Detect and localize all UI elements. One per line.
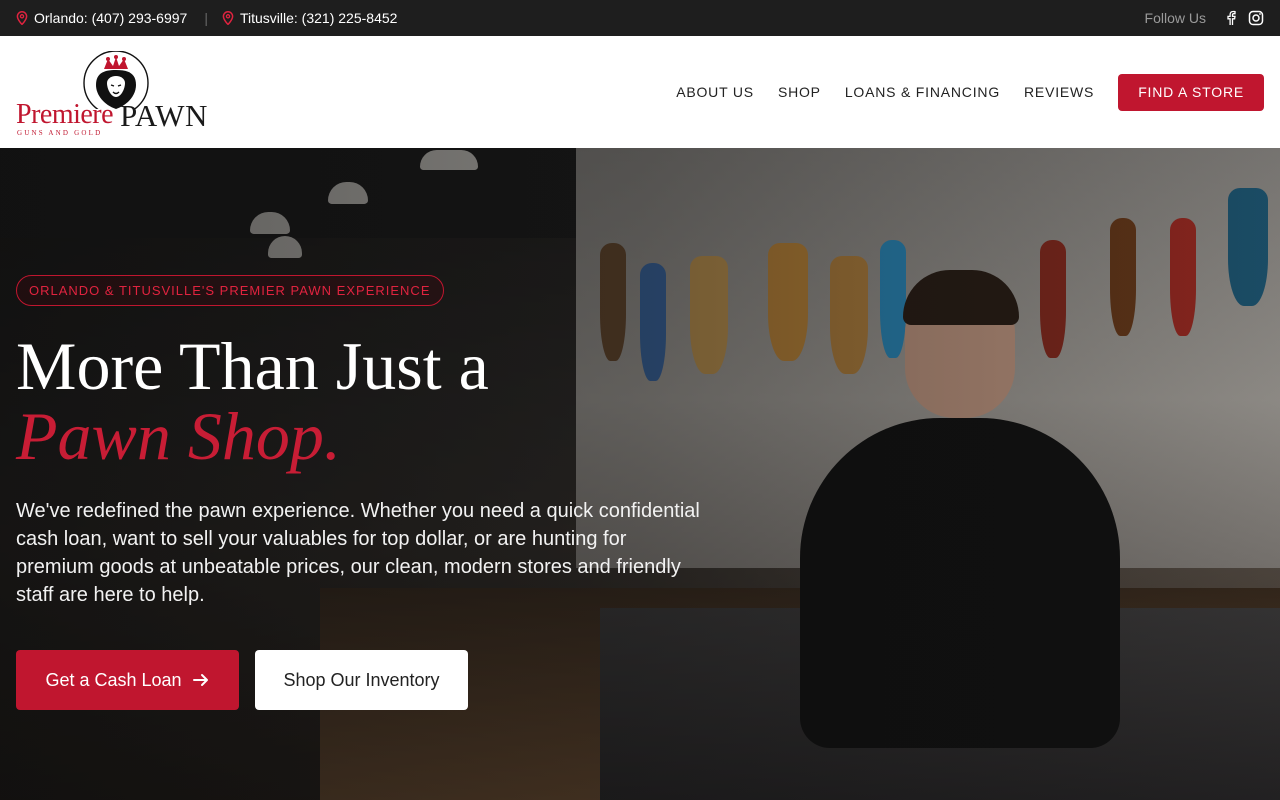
- nav-about-us[interactable]: ABOUT US: [676, 84, 754, 100]
- logo-word-pawn: PAWN: [120, 98, 208, 133]
- location-separator: |: [204, 10, 208, 26]
- top-bar: Orlando: (407) 293-6997 | Titusville: (3…: [0, 0, 1280, 36]
- premiere-pawn-logo[interactable]: Premiere PAWN GUNS AND GOLD: [16, 51, 220, 137]
- nav-loans-financing[interactable]: LOANS & FINANCING: [845, 84, 1000, 100]
- orlando-phone-label: Orlando: (407) 293-6997: [34, 10, 188, 26]
- map-pin-icon: [222, 11, 234, 25]
- find-a-store-button[interactable]: FIND A STORE: [1118, 73, 1264, 111]
- titusville-phone-link[interactable]: Titusville: (321) 225-8452: [222, 10, 397, 26]
- shop-inventory-button[interactable]: Shop Our Inventory: [255, 650, 468, 710]
- instagram-icon[interactable]: [1248, 10, 1264, 26]
- titusville-phone-label: Titusville: (321) 225-8452: [239, 10, 398, 26]
- nav-shop[interactable]: SHOP: [778, 84, 821, 100]
- get-cash-loan-button[interactable]: Get a Cash Loan: [16, 650, 239, 710]
- hero-section: ORLANDO & TITUSVILLE'S PREMIER PAWN EXPE…: [0, 148, 1280, 800]
- logo-tagline: GUNS AND GOLD: [17, 129, 103, 137]
- hero-description: We've redefined the pawn experience. Whe…: [16, 500, 700, 606]
- follow-us-label: Follow Us: [1144, 10, 1206, 26]
- map-pin-icon: [16, 11, 28, 25]
- hero-badge: ORLANDO & TITUSVILLE'S PREMIER PAWN EXPE…: [16, 275, 444, 306]
- hero-title-line2: Pawn Shop.: [16, 398, 341, 474]
- orlando-phone-link[interactable]: Orlando: (407) 293-6997: [16, 10, 187, 26]
- arrow-right-icon: [192, 674, 208, 686]
- social-links: Follow Us: [1145, 10, 1264, 26]
- hero-title-line1: More Than Just a: [16, 328, 489, 404]
- nav-reviews[interactable]: REVIEWS: [1024, 84, 1094, 100]
- main-nav: ABOUT US SHOP LOANS & FINANCING REVIEWS …: [652, 73, 1264, 111]
- logo-word-premiere: Premiere: [16, 99, 114, 130]
- get-cash-loan-label: Get a Cash Loan: [45, 669, 182, 690]
- site-header: Premiere PAWN GUNS AND GOLD ABOUT US SHO…: [0, 36, 1280, 148]
- facebook-icon[interactable]: [1224, 10, 1238, 26]
